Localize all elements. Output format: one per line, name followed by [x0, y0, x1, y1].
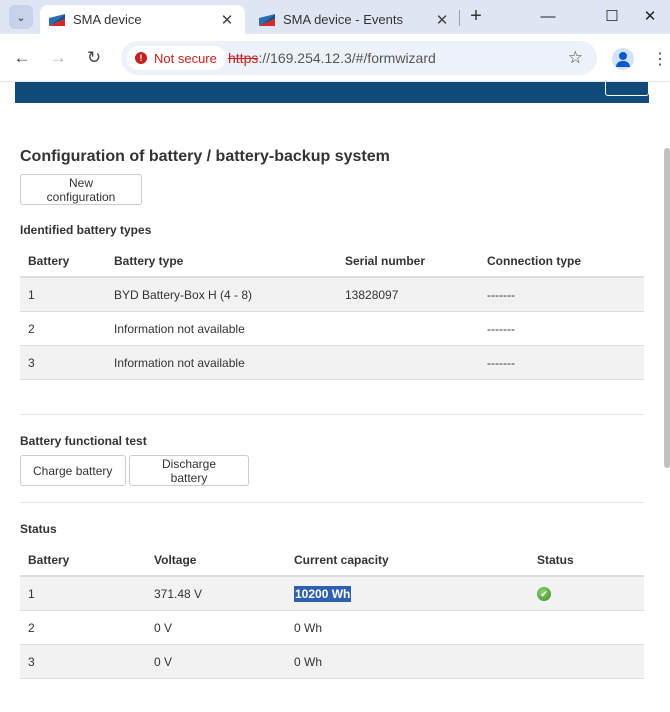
minimize-icon[interactable]: —	[538, 6, 558, 28]
voltage-cell: 371.48 V	[154, 587, 203, 601]
battery-type-cell: BYD Battery-Box H (4 - 8)	[114, 288, 253, 302]
battery-type-cell: Information not available	[114, 356, 245, 370]
page-title: Configuration of battery / battery-backu…	[20, 148, 390, 165]
table-row: 3 0 V 0 Wh	[20, 645, 644, 679]
hamburger-menu-icon[interactable]	[605, 82, 649, 96]
table-row: 2 0 V 0 Wh	[20, 611, 644, 645]
url-scheme: https	[228, 50, 259, 66]
capacity-cell: 0 Wh	[294, 655, 323, 669]
column-header: Battery type	[114, 254, 184, 268]
battery-cell: 1	[28, 288, 35, 302]
bookmark-star-icon[interactable]: ☆	[568, 48, 583, 68]
page-scrollbar[interactable]	[664, 148, 670, 468]
section-divider	[20, 414, 644, 415]
tab-sma-device-events[interactable]: SMA device - Events ✕	[250, 5, 460, 34]
column-header: Voltage	[154, 553, 197, 567]
tab-title: SMA device	[73, 12, 142, 27]
connection-type-cell: -------	[487, 288, 515, 302]
serial-number-cell: 13828097	[345, 288, 399, 302]
ok-check-icon: ✔	[537, 586, 551, 601]
new-tab-plus-icon[interactable]: +	[466, 6, 486, 28]
column-header: Serial number	[345, 254, 426, 268]
column-header: Battery	[28, 254, 70, 268]
table-row: 3 Information not available -------	[20, 346, 644, 380]
capacity-cell: 0 Wh	[294, 621, 323, 635]
close-icon[interactable]: ✕	[432, 10, 452, 30]
back-arrow-icon[interactable]: ←	[12, 48, 32, 68]
section-divider	[20, 502, 644, 503]
battery-cell: 2	[28, 621, 35, 635]
warning-icon: !	[135, 52, 147, 64]
window-close-icon[interactable]: ✕	[640, 6, 660, 28]
column-header: Status	[537, 553, 574, 567]
status-heading: Status	[20, 522, 57, 536]
identified-battery-table: Battery Battery type Serial number Conne…	[20, 244, 644, 380]
column-header: Current capacity	[294, 553, 389, 567]
capacity-cell: 10200 Wh	[294, 577, 352, 611]
connection-type-cell: -------	[487, 356, 515, 370]
voltage-cell: 0 V	[154, 621, 173, 635]
url-rest: ://169.254.12.3/#/formwizard	[258, 50, 436, 66]
tab-sma-device[interactable]: SMA device ✕	[40, 5, 245, 34]
battery-cell: 1	[28, 587, 35, 601]
sma-logo-icon	[49, 13, 65, 26]
table-row: 2 Information not available -------	[20, 312, 644, 346]
security-indicator[interactable]: ! Not secure	[127, 46, 226, 70]
address-bar[interactable]: ! Not secure https://169.254.12.3/#/form…	[121, 41, 597, 75]
battery-functional-test-heading: Battery functional test	[20, 434, 147, 448]
app-header-bar	[15, 82, 649, 103]
page-viewport: Configuration of battery / battery-backu…	[0, 82, 670, 712]
tab-search-button[interactable]: ⌄	[9, 5, 33, 29]
close-icon[interactable]: ✕	[217, 10, 237, 30]
table-row: 1 371.48 V 10200 Wh ✔	[20, 577, 644, 611]
profile-avatar-icon[interactable]	[612, 48, 634, 70]
sma-logo-icon	[259, 13, 275, 26]
voltage-cell: 0 V	[154, 655, 173, 669]
tab-strip: ⌄ SMA device ✕ SMA device - Events ✕ + —…	[0, 0, 670, 34]
url-text[interactable]: https://169.254.12.3/#/formwizard	[228, 50, 436, 66]
battery-type-cell: Information not available	[114, 322, 245, 336]
table-header-row: Battery Battery type Serial number Conne…	[20, 244, 644, 278]
security-label: Not secure	[154, 50, 217, 66]
chevron-down-icon: ⌄	[16, 11, 26, 24]
reload-icon[interactable]: ↻	[84, 48, 104, 68]
browser-toolbar: ← → ↻ ! Not secure https://169.254.12.3/…	[0, 34, 670, 82]
discharge-battery-button[interactable]: Discharge battery	[129, 455, 249, 486]
table-header-row: Battery Voltage Current capacity Status	[20, 543, 644, 577]
battery-cell: 3	[28, 356, 35, 370]
column-header: Battery	[28, 553, 70, 567]
forward-arrow-icon[interactable]: →	[48, 48, 68, 68]
battery-status-table: Battery Voltage Current capacity Status …	[20, 543, 644, 679]
battery-cell: 2	[28, 322, 35, 336]
table-row: 1 BYD Battery-Box H (4 - 8) 13828097 ---…	[20, 278, 644, 312]
column-header: Connection type	[487, 254, 582, 268]
tab-title: SMA device - Events	[283, 12, 403, 27]
charge-battery-button[interactable]: Charge battery	[20, 455, 126, 486]
maximize-icon[interactable]: ☐	[602, 6, 622, 28]
battery-cell: 3	[28, 655, 35, 669]
identified-battery-types-heading: Identified battery types	[20, 223, 152, 237]
status-cell: ✔	[537, 577, 551, 611]
connection-type-cell: -------	[487, 322, 515, 336]
selected-capacity-text: 10200 Wh	[294, 586, 352, 602]
tab-separator	[459, 10, 460, 26]
more-menu-icon[interactable]: ⋮	[652, 49, 668, 69]
new-configuration-button[interactable]: New configuration	[20, 174, 142, 205]
